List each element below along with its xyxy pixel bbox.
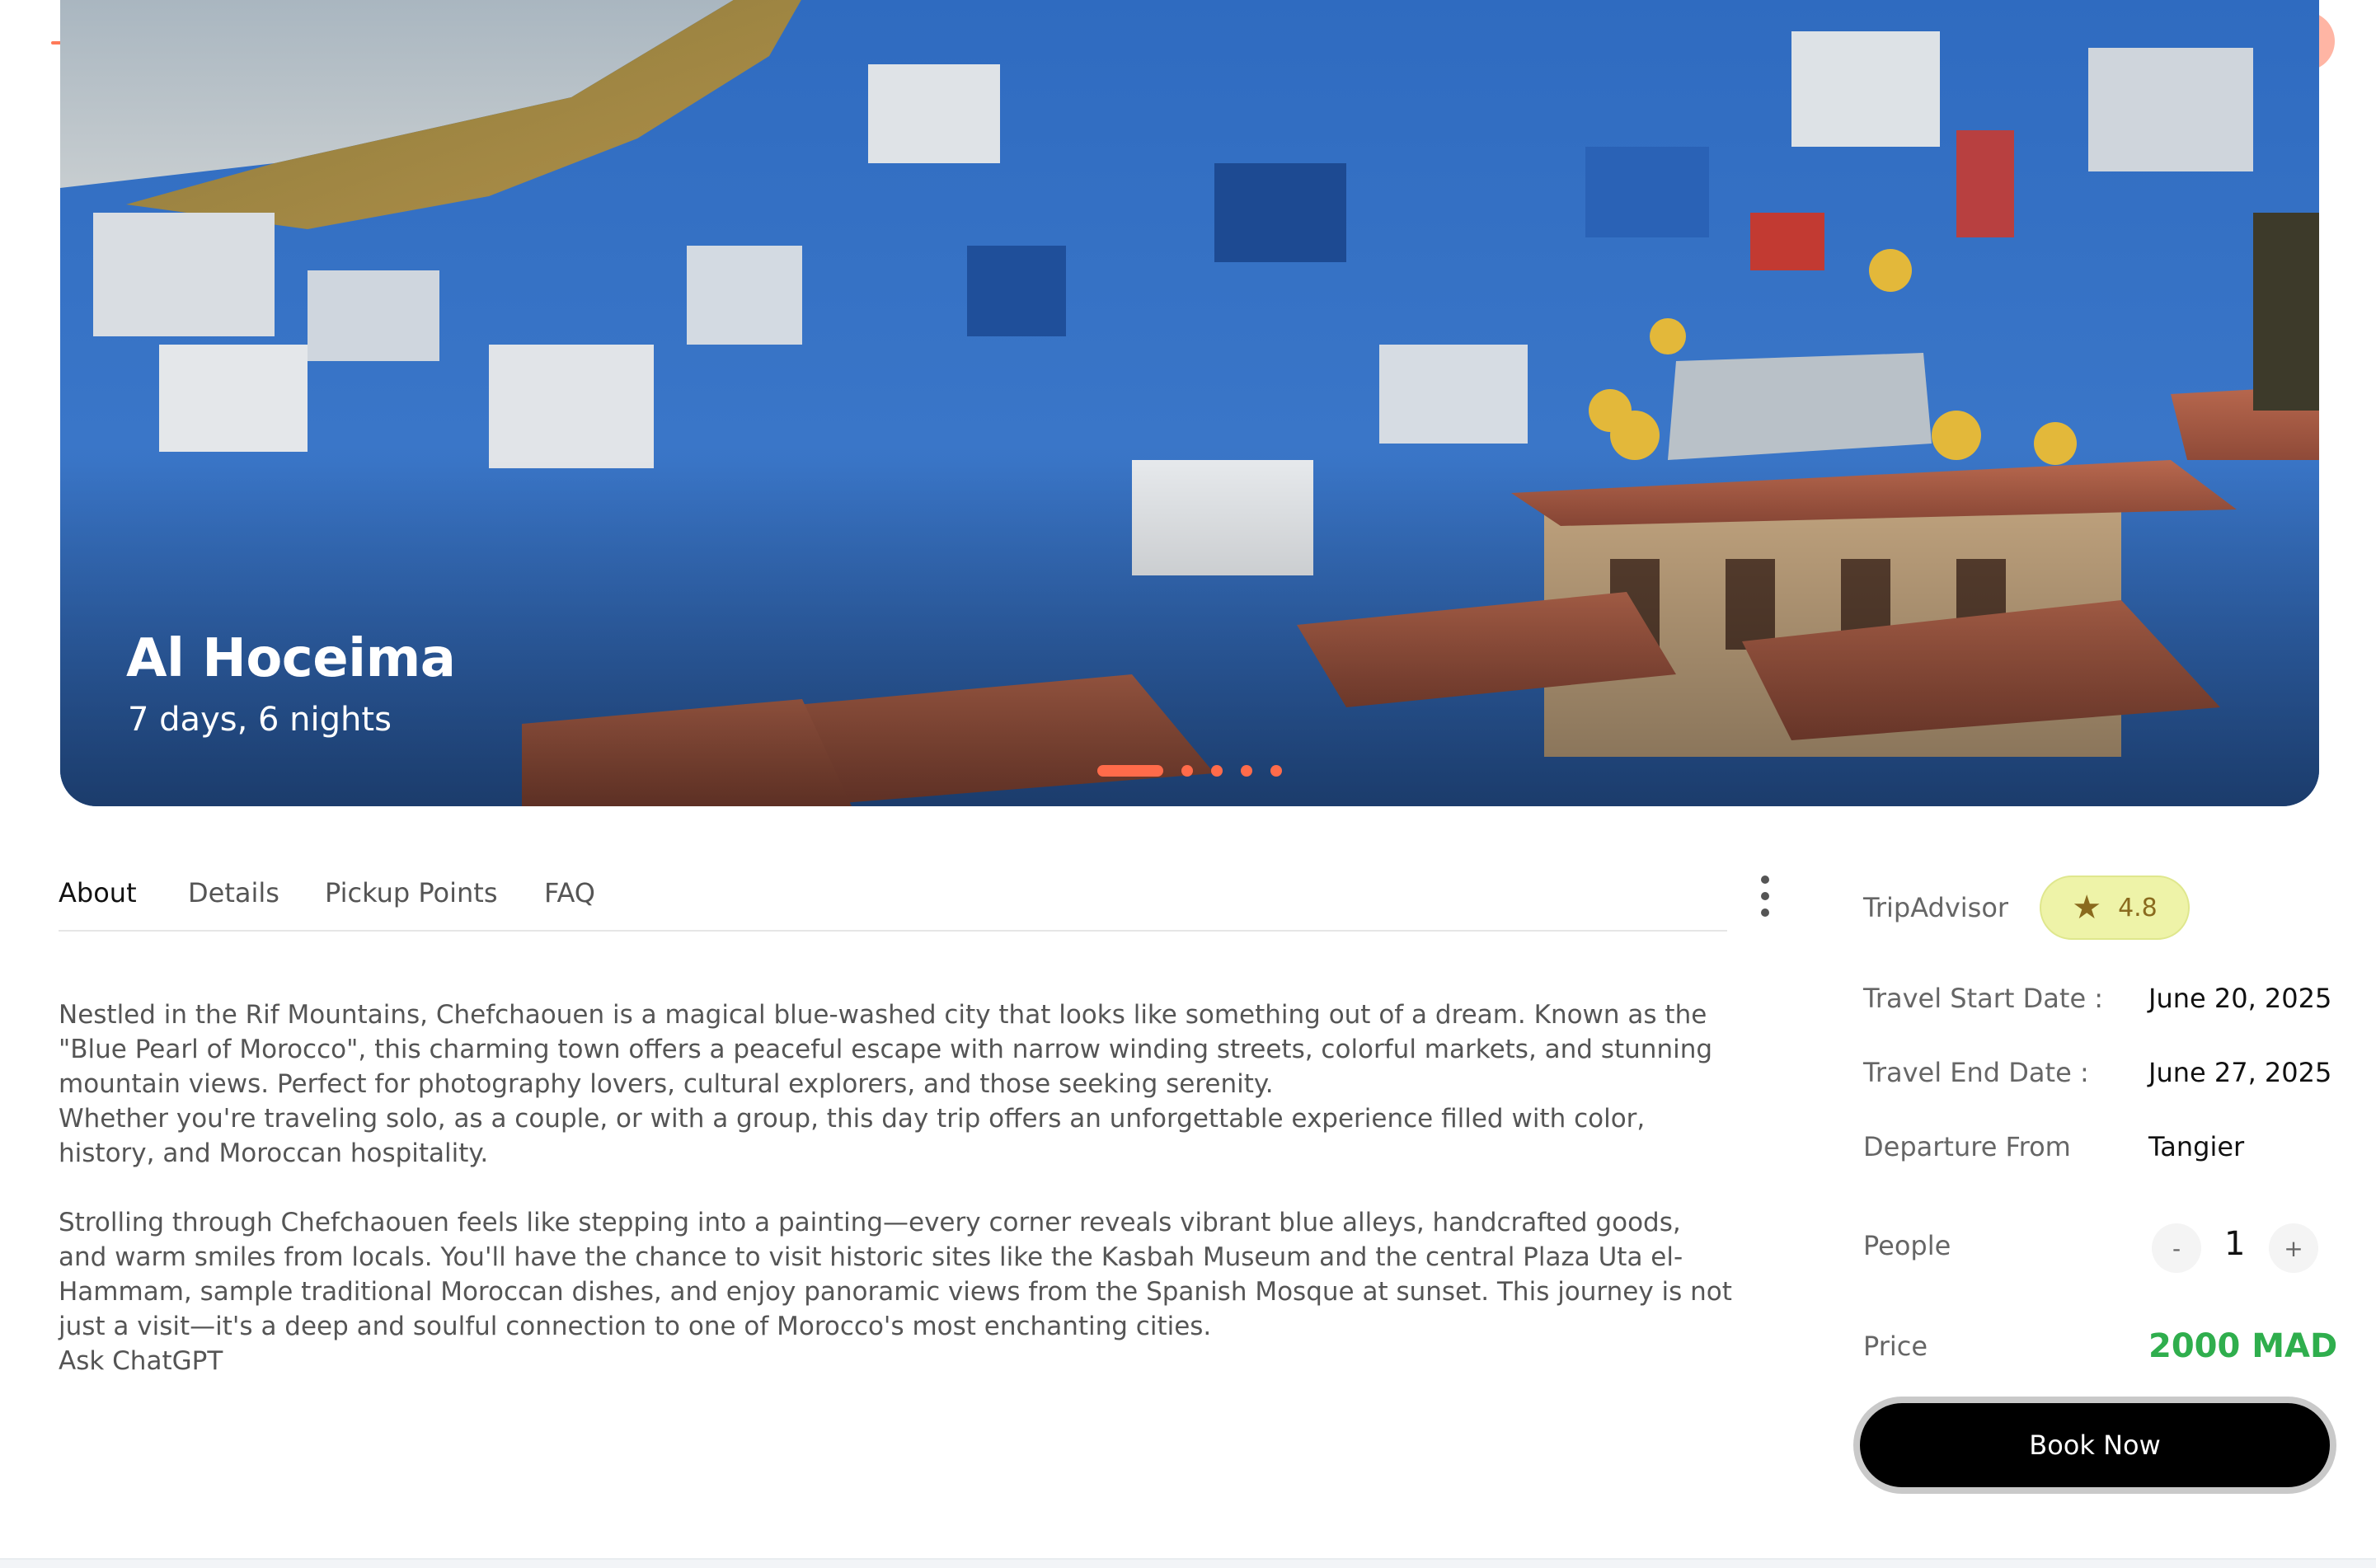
departure-value: Tangier bbox=[2148, 1131, 2245, 1162]
book-now-button[interactable]: Book Now bbox=[1860, 1403, 2330, 1487]
page: Al Hoceima 7 days, 6 nights About Detail… bbox=[0, 0, 2376, 1568]
carousel-dot-5[interactable] bbox=[1270, 765, 1282, 777]
people-increment-button[interactable]: + bbox=[2269, 1223, 2318, 1273]
rating-source-label: TripAdvisor bbox=[1863, 892, 2009, 923]
carousel-indicator bbox=[1097, 765, 1282, 777]
tab-bar: About Details Pickup Points FAQ bbox=[59, 872, 1769, 932]
end-date-value: June 27, 2025 bbox=[2148, 1057, 2332, 1088]
hero-subtitle: 7 days, 6 nights bbox=[128, 701, 392, 739]
about-paragraph-1: Nestled in the Rif Mountains, Chefchaoue… bbox=[59, 1000, 1713, 1099]
hero-title: Al Hoceima bbox=[126, 628, 456, 689]
carousel-dot-3[interactable] bbox=[1211, 765, 1223, 777]
rating-value: 4.8 bbox=[2118, 893, 2158, 922]
start-date-label: Travel Start Date : bbox=[1863, 983, 2104, 1014]
price-label: Price bbox=[1863, 1331, 1928, 1362]
people-count: 1 bbox=[2224, 1225, 2246, 1263]
carousel-dot-4[interactable] bbox=[1241, 765, 1252, 777]
price-value: 2000 MAD bbox=[2148, 1327, 2338, 1365]
about-content: Nestled in the Rif Mountains, Chefchaoue… bbox=[59, 998, 1732, 1378]
carousel-dot-2[interactable] bbox=[1181, 765, 1193, 777]
people-label: People bbox=[1863, 1230, 1951, 1261]
end-date-label: Travel End Date : bbox=[1863, 1057, 2089, 1088]
hero-carousel[interactable]: Al Hoceima 7 days, 6 nights bbox=[60, 0, 2319, 806]
tab-details[interactable]: Details bbox=[188, 877, 279, 908]
about-paragraph-3: Strolling through Chefchaouen feels like… bbox=[59, 1208, 1732, 1341]
footer-edge bbox=[0, 1558, 2376, 1568]
rating-badge: ★ 4.8 bbox=[2040, 876, 2190, 940]
more-options-icon[interactable] bbox=[1757, 876, 1773, 917]
book-now-button-outline: Book Now bbox=[1853, 1397, 2336, 1494]
star-icon: ★ bbox=[2072, 889, 2102, 927]
about-paragraph-2: Whether you're traveling solo, as a coup… bbox=[59, 1104, 1646, 1168]
start-date-value: June 20, 2025 bbox=[2148, 983, 2332, 1014]
departure-label: Departure From bbox=[1863, 1131, 2071, 1162]
about-paragraph-4: Ask ChatGPT bbox=[59, 1346, 223, 1376]
tab-about[interactable]: About bbox=[59, 877, 137, 908]
people-decrement-button[interactable]: - bbox=[2152, 1223, 2201, 1273]
carousel-dot-1[interactable] bbox=[1097, 765, 1163, 777]
tab-faq[interactable]: FAQ bbox=[544, 877, 595, 908]
tab-pickup-points[interactable]: Pickup Points bbox=[325, 877, 498, 908]
